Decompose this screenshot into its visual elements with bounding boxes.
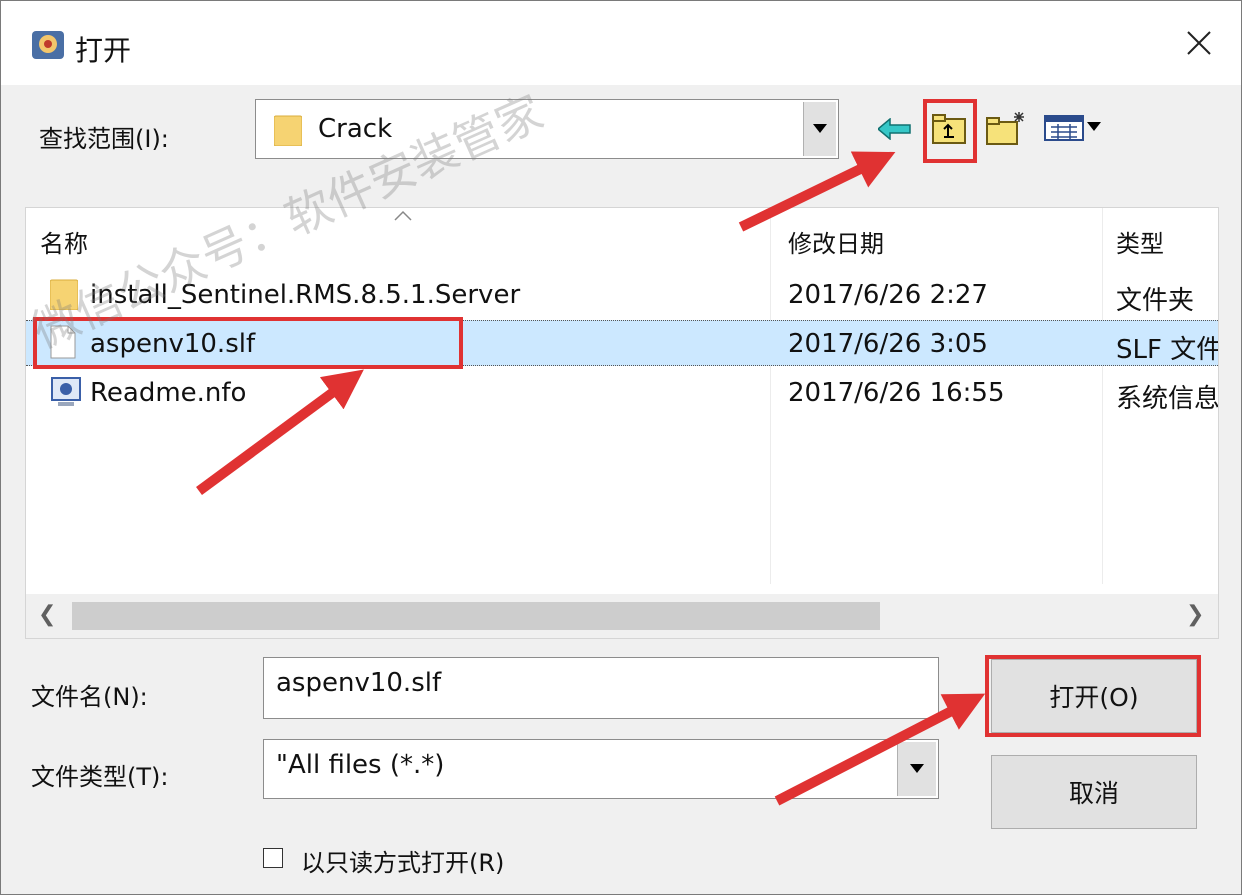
scroll-left-icon[interactable]: ❮ — [38, 602, 56, 627]
file-date: 2017/6/26 3:05 — [788, 329, 988, 359]
file-date: 2017/6/26 16:55 — [788, 378, 1005, 408]
chevron-down-icon — [910, 764, 924, 773]
file-type: 文件夹 — [1116, 286, 1195, 316]
file-type: SLF 文件 — [1116, 335, 1219, 365]
folder-icon — [273, 114, 303, 150]
file-name: Readme.nfo — [90, 378, 247, 408]
open-button[interactable]: 打开(O) — [991, 659, 1197, 733]
file-type: 系统信息 — [1116, 384, 1219, 414]
column-header-date[interactable]: 修改日期 — [788, 224, 884, 259]
open-file-dialog: 打开 查找范围(I): Crack 名称 修改日期 类型 install_Sen… — [0, 0, 1242, 895]
file-name: aspenv10.slf — [90, 329, 256, 359]
look-in-dropdown-button[interactable] — [803, 102, 836, 156]
column-header-type[interactable]: 类型 — [1116, 224, 1164, 259]
chevron-down-icon — [813, 124, 827, 133]
file-date: 2017/6/26 2:27 — [788, 280, 988, 310]
list-item-selected[interactable]: aspenv10.slf 2017/6/26 3:05 SLF 文件 — [26, 320, 1219, 366]
close-icon — [1187, 31, 1211, 55]
file-type-select[interactable]: "All files (*.*) — [263, 739, 939, 799]
close-button[interactable] — [1167, 15, 1231, 71]
scrollbar-thumb[interactable] — [72, 602, 880, 630]
file-name-value: aspenv10.slf — [276, 668, 442, 698]
readonly-label[interactable]: 以只读方式打开(R) — [301, 843, 504, 878]
app-icon — [31, 27, 65, 61]
view-menu-icon — [1044, 115, 1101, 141]
scroll-right-icon[interactable]: ❯ — [1186, 602, 1204, 627]
system-info-icon — [50, 376, 82, 412]
horizontal-scrollbar[interactable]: ❮ ❯ — [26, 594, 1218, 638]
view-menu-button[interactable] — [1041, 109, 1107, 147]
file-type-value: "All files (*.*) — [276, 750, 445, 780]
sort-caret-icon — [394, 208, 412, 225]
cancel-button[interactable]: 取消 — [991, 755, 1197, 829]
back-arrow-icon — [878, 118, 911, 140]
new-folder-button[interactable] — [983, 105, 1029, 151]
file-name-field[interactable]: aspenv10.slf — [263, 657, 939, 719]
title-bar: 打开 — [1, 1, 1241, 85]
look-in-label: 查找范围(I): — [39, 125, 169, 153]
up-folder-icon — [932, 114, 966, 144]
file-type-dropdown-button[interactable] — [897, 742, 936, 796]
up-folder-button[interactable] — [927, 107, 971, 151]
back-button[interactable] — [875, 111, 915, 147]
readonly-checkbox[interactable] — [263, 848, 283, 868]
column-header-name[interactable]: 名称 — [40, 224, 88, 259]
new-folder-icon — [986, 112, 1024, 145]
file-name-label: 文件名(N): — [31, 683, 148, 711]
list-item[interactable]: Readme.nfo 2017/6/26 16:55 系统信息 — [26, 370, 1219, 416]
file-type-label: 文件类型(T): — [31, 763, 169, 791]
window-title: 打开 — [75, 34, 132, 67]
